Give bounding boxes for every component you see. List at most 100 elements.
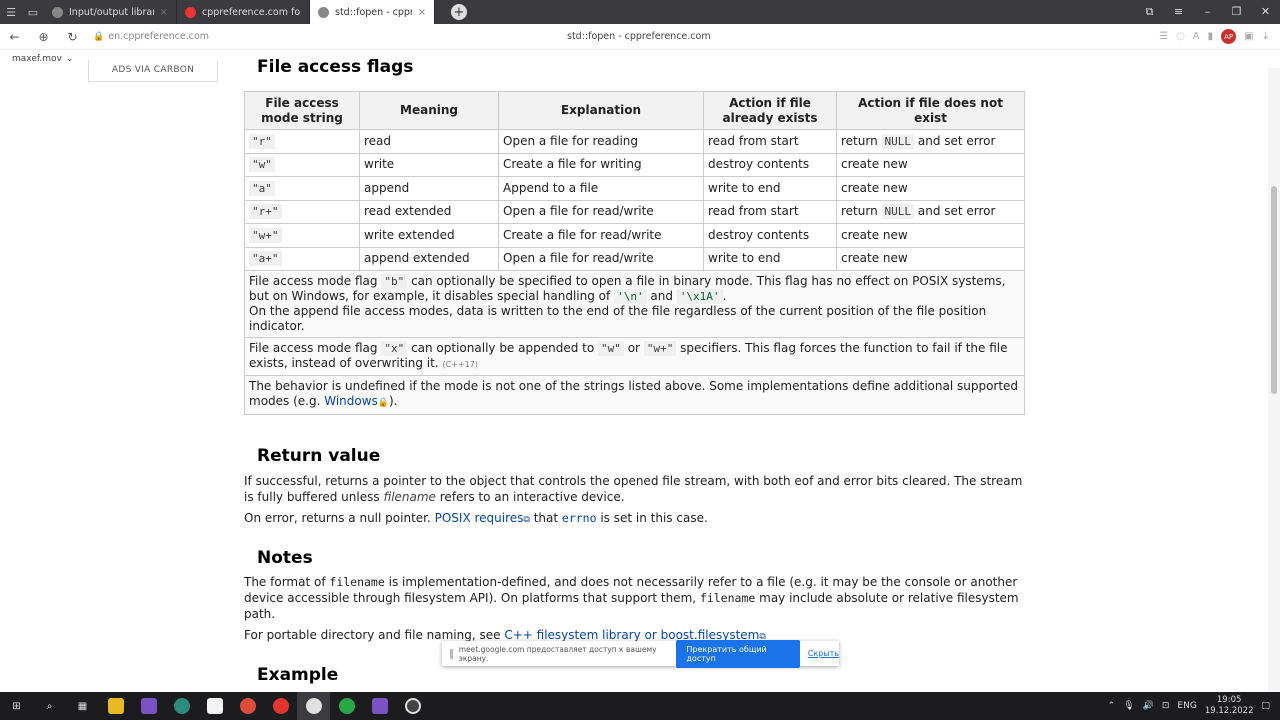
translate-icon[interactable]: A [1193,31,1200,42]
mode-cell: "w" [244,152,360,177]
yandex-icon[interactable] [264,692,297,720]
globe-icon [52,6,63,18]
windows-taskbar: ⊞ ⌕ ▦ ⌃ 🎙 🔊 ⊡ ENG 19:05 19.12.2022 ▢ [0,692,1280,720]
screen-share-bar: meet.google.com предоставляет доступ к в… [442,639,839,668]
url-field[interactable]: en.cppreference.com [108,31,209,42]
tab-label: Input/output library - cpp [69,6,154,18]
visual-studio-icon[interactable] [132,692,165,720]
close-window-icon[interactable]: ✕ [1251,5,1280,19]
exists-cell: write to end [703,176,837,201]
reload-icon[interactable]: ↻ [58,30,87,44]
speaker-icon[interactable]: 🔊 [1143,701,1154,711]
visual-studio-2-icon[interactable] [363,692,396,720]
tab-label: std::fopen - cppreferenc [335,6,412,18]
bookmark-panel-icon[interactable]: ⧉ [1135,5,1164,19]
table-row: "w+" write extended Create a file for read… [244,223,1025,248]
download-icon[interactable]: ↓ [1262,31,1270,42]
meaning-cell: append [359,176,499,201]
table-header: File access mode string [244,91,360,130]
file-explorer-icon[interactable] [99,692,132,720]
bookmarks-icon[interactable]: ▭ [22,0,44,24]
scrollbar-thumb[interactable] [1271,186,1277,394]
not-exists-cell: return NULL and set error [836,199,1025,224]
start-icon[interactable]: ⊞ [0,692,33,720]
browser-menu-icon[interactable]: ☰ [0,0,22,24]
minimize-icon[interactable]: – [1193,5,1222,19]
tab-label: cppreference.com fopen - [202,6,301,18]
microphone-icon[interactable]: 🎙 [1123,701,1134,711]
back-icon[interactable]: ← [0,30,29,44]
task-view-icon[interactable]: ▦ [66,692,99,720]
explanation-cell: Open a file for read/write [498,246,704,271]
table-row: "a" append Append to a file write to end cre… [244,176,1025,201]
meaning-cell: read [359,129,499,154]
windows-link[interactable]: Windows [324,394,378,408]
note-exclusive-flag: File access mode flag "x" can optionally… [244,337,1025,376]
exists-cell: write to end [703,246,837,271]
mode-cell: "r" [244,129,360,154]
explanation-cell: Open a file for read/write [498,199,704,224]
close-icon[interactable]: × [418,7,426,18]
note-undefined-mode: The behavior is undefined if the mode is… [244,375,1025,415]
network-icon[interactable]: ⊡ [1162,701,1170,711]
explanation-cell: Append to a file [498,176,704,201]
chrome-icon[interactable] [231,692,264,720]
store-icon[interactable] [198,692,231,720]
reader-icon[interactable]: ☰ [1159,31,1168,42]
table-header: Action if file does not exist [836,91,1025,130]
stop-sharing-button[interactable]: Прекратить общий доступ [676,639,800,668]
explanation-cell: Create a file for writing [498,152,704,177]
extensions-icon[interactable]: ▣ [1244,31,1253,42]
mode-cell: "a" [244,176,360,201]
section-heading-notes: Notes [257,548,313,568]
exists-cell: read from start [703,129,837,154]
close-icon[interactable]: × [160,7,168,18]
return-error-paragraph: On error, returns a null pointer. POSIX … [244,511,708,525]
menu-icon[interactable]: ≡ [1164,5,1193,19]
obs-icon[interactable] [396,692,429,720]
lock-icon[interactable]: 🔒 [93,32,104,42]
chevron-up-icon[interactable]: ⌃ [1108,701,1116,711]
language-indicator[interactable]: ENG [1177,701,1196,711]
meet-icon[interactable] [330,692,363,720]
not-exists-cell: create new [836,152,1025,177]
table-row: "w" write Create a file for writing destroy… [244,152,1025,177]
hide-button[interactable]: Скрыть [808,649,839,658]
new-tab-button[interactable]: + [451,4,467,20]
posix-requires-link[interactable]: POSIX requires [435,511,524,525]
extension-badge[interactable]: AP [1221,29,1237,44]
system-tray: ⌃ 🎙 🔊 ⊡ ENG 19:05 19.12.2022 ▢ [1108,695,1280,717]
ads-label[interactable]: ADS VIA CARBON [88,60,218,82]
clock[interactable]: 19:05 19.12.2022 [1205,695,1254,717]
page-scrollbar[interactable] [1268,68,1280,692]
tab-std-fopen[interactable]: std::fopen - cppreferenc × [310,0,435,24]
share-notice: meet.google.com предоставляет доступ к в… [458,644,657,663]
meaning-cell: append extended [359,246,499,271]
meaning-cell: write [359,152,499,177]
errno-link[interactable]: errno [562,511,597,525]
yandex-icon [185,6,196,18]
exists-cell: destroy contents [703,152,837,177]
meaning-cell: read extended [359,199,499,224]
bookmark-icon[interactable]: ▮ [1208,31,1214,42]
home-icon[interactable]: ⊕ [29,30,58,44]
notifications-icon[interactable]: ▢ [1261,701,1270,711]
drag-handle-icon[interactable] [450,648,453,659]
chat-icon[interactable]: ◌ [1176,31,1185,42]
browser-app-icon[interactable] [165,692,198,720]
yandex-browser-icon[interactable] [297,692,330,720]
page-content: ADS VIA CARBON File access flags File ac… [0,50,1268,692]
not-exists-cell: return NULL and set error [836,129,1025,154]
search-icon[interactable]: ⌕ [33,692,66,720]
exists-cell: read from start [703,199,837,224]
address-bar: ← ⊕ ↻ 🔒 en.cppreference.com std::fopen -… [0,24,1280,50]
tab-io-library[interactable]: Input/output library - cpp × [44,0,177,24]
tab-fopen-search[interactable]: cppreference.com fopen - [177,0,310,24]
notes-paragraph: The format of filename is implementation… [244,575,1019,621]
return-value-paragraph: If successful, returns a pointer to the … [244,474,1023,504]
clock-date: 19.12.2022 [1204,706,1254,716]
standard-badge: (C++17) [442,360,478,369]
not-exists-cell: create new [836,246,1025,271]
maximize-icon[interactable]: ❐ [1222,5,1251,19]
globe-icon [318,6,329,18]
